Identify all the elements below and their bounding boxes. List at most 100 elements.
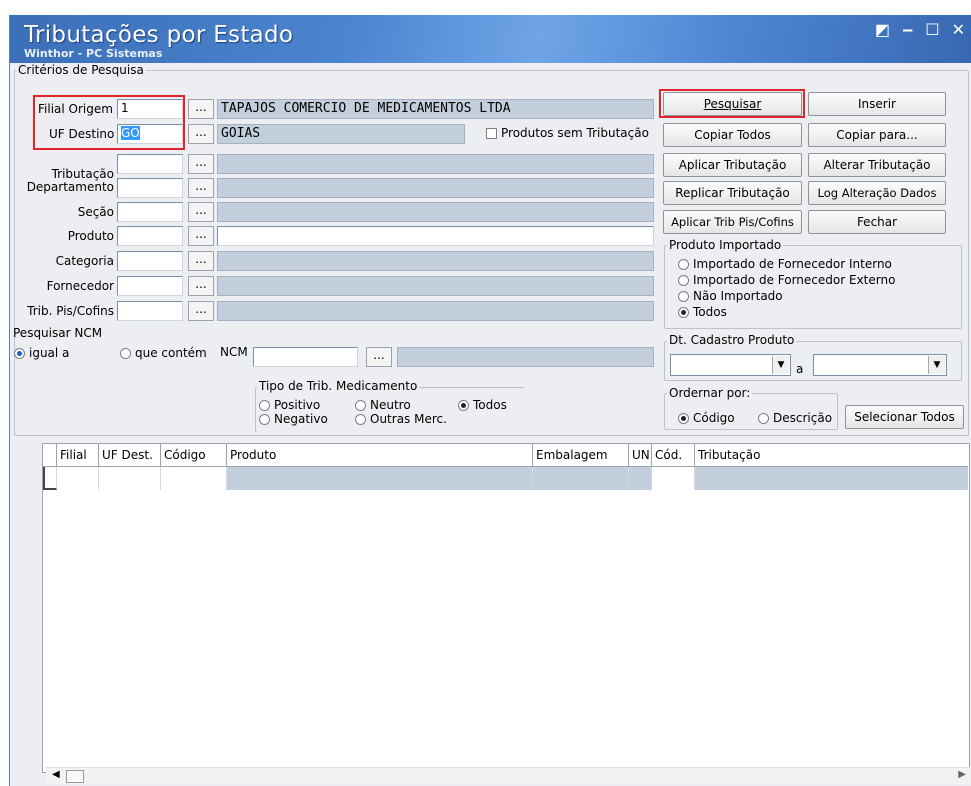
scroll-left-icon[interactable]: ◀ <box>52 769 60 780</box>
ncm-lookup-button[interactable]: ... <box>366 347 392 367</box>
fornecedor-lookup-button[interactable]: ... <box>188 276 214 296</box>
radio-dot <box>458 399 469 411</box>
fechar-button[interactable]: Fechar <box>808 210 946 234</box>
horizontal-scrollbar[interactable]: ◀ ▶ <box>46 767 970 784</box>
grid-col-tributacao[interactable]: Tributação <box>695 444 968 467</box>
radio-dot <box>678 258 689 270</box>
nao-importado-radio[interactable]: Não Importado <box>678 289 783 303</box>
tributacao-input[interactable] <box>117 154 183 174</box>
tipo-neutro-radio[interactable]: Neutro <box>355 398 411 412</box>
grid-col-produto[interactable]: Produto <box>227 444 533 467</box>
results-grid[interactable]: Filial UF Dest. Código Produto Embalagem… <box>42 443 970 773</box>
produtos-sem-tributacao-label: Produtos sem Tributação <box>501 126 649 140</box>
produto-input[interactable] <box>117 226 183 246</box>
departamento-lookup-button[interactable]: ... <box>188 178 214 198</box>
grid-cell[interactable] <box>652 467 695 490</box>
secao-input[interactable] <box>117 202 183 222</box>
inserir-button[interactable]: Inserir <box>808 92 946 116</box>
tipo-neutro-label: Neutro <box>370 398 411 412</box>
pesquisar-button[interactable]: Pesquisar <box>663 92 802 116</box>
grid-col-embalagem[interactable]: Embalagem <box>533 444 629 467</box>
aplicar-trib-pis-button[interactable]: Aplicar Trib Pis/Cofins <box>663 210 802 234</box>
grid-col-uf-dest[interactable]: UF Dest. <box>99 444 161 467</box>
importado-todos-radio[interactable]: Todos <box>678 305 727 319</box>
categoria-input[interactable] <box>117 251 183 271</box>
grid-cell[interactable] <box>533 467 629 490</box>
tributacao-lookup-button[interactable]: ... <box>188 154 214 174</box>
grid-cell[interactable] <box>161 467 227 490</box>
minimize-icon[interactable]: ‒ <box>902 21 913 39</box>
window-subtitle: Winthor - PC Sistemas <box>24 47 163 60</box>
grid-col-codigo[interactable]: Código <box>161 444 227 467</box>
fornecedor-input[interactable] <box>117 276 183 296</box>
aplicar-tributacao-button[interactable]: Aplicar Tributação <box>663 153 802 177</box>
radio-dot <box>678 274 689 286</box>
ncm-igual-a-radio[interactable]: igual a <box>14 346 69 360</box>
tipo-positivo-radio[interactable]: Positivo <box>259 398 320 412</box>
restore-icon[interactable]: ◩ <box>875 21 890 39</box>
uf-destino-value: GO <box>121 126 140 140</box>
fornecedor-description <box>217 276 654 296</box>
departamento-input[interactable] <box>117 178 183 198</box>
table-row[interactable] <box>43 467 968 490</box>
scroll-right-icon[interactable]: ▶ <box>958 769 966 780</box>
tributacao-description <box>217 154 654 174</box>
uf-destino-input[interactable]: GO <box>117 124 183 144</box>
grid-cell[interactable] <box>629 467 652 490</box>
produtos-sem-tributacao-checkbox[interactable]: Produtos sem Tributação <box>486 126 649 140</box>
secao-lookup-button[interactable]: ... <box>188 202 214 222</box>
grid-col-un[interactable]: UN <box>629 444 652 467</box>
pesquisar-ncm-title: Pesquisar NCM <box>13 326 103 340</box>
copiar-todos-button[interactable]: Copiar Todos <box>663 123 802 147</box>
dt-cadastro-to-select[interactable]: ▼ <box>813 354 947 376</box>
scroll-thumb[interactable] <box>66 770 84 783</box>
secao-label: Seção <box>77 205 114 219</box>
tipo-outras-radio[interactable]: Outras Merc. <box>355 412 447 426</box>
uf-destino-description: GOIAS <box>217 124 465 144</box>
grid-header: Filial UF Dest. Código Produto Embalagem… <box>43 444 968 467</box>
ordenar-descricao-radio[interactable]: Descrição <box>758 411 832 425</box>
radio-dot <box>355 413 366 425</box>
radio-dot <box>678 290 689 302</box>
trib-pis-cofins-lookup-button[interactable]: ... <box>188 301 214 321</box>
chevron-down-icon[interactable]: ▼ <box>928 356 945 374</box>
copiar-para-button[interactable]: Copiar para... <box>808 123 946 147</box>
importado-externo-radio[interactable]: Importado de Fornecedor Externo <box>678 273 895 287</box>
filial-origem-lookup-button[interactable]: ... <box>188 99 214 119</box>
produto-lookup-button[interactable]: ... <box>188 226 214 246</box>
importado-interno-label: Importado de Fornecedor Interno <box>693 257 892 271</box>
ncm-igual-a-label: igual a <box>29 346 70 360</box>
departamento-description <box>217 178 654 198</box>
ncm-description <box>397 347 654 367</box>
trib-pis-cofins-input[interactable] <box>117 301 183 321</box>
window-title: Tributações por Estado <box>24 22 294 48</box>
filial-origem-input[interactable]: 1 <box>117 99 183 119</box>
ncm-input[interactable] <box>253 347 358 367</box>
ordenar-codigo-label: Código <box>693 411 735 425</box>
ordenar-codigo-radio[interactable]: Código <box>678 411 735 425</box>
grid-col-cod[interactable]: Cód. <box>652 444 695 467</box>
dt-cadastro-from-select[interactable]: ▼ <box>670 354 791 376</box>
title-bar[interactable]: Tributações por Estado Winthor - PC Sist… <box>10 15 971 63</box>
chevron-down-icon[interactable]: ▼ <box>772 356 789 374</box>
close-icon[interactable]: ✕ <box>952 21 965 39</box>
selecionar-todos-button[interactable]: Selecionar Todos <box>845 405 964 429</box>
tipo-outras-label: Outras Merc. <box>370 412 447 426</box>
filial-origem-label: Filial Origem <box>38 102 113 116</box>
grid-cell[interactable] <box>695 467 968 490</box>
tipo-todos-radio[interactable]: Todos <box>458 398 507 412</box>
grid-cell[interactable] <box>57 467 99 490</box>
replicar-tributacao-button[interactable]: Replicar Tributação <box>663 181 802 205</box>
grid-col-filial[interactable]: Filial <box>57 444 99 467</box>
radio-dot <box>355 399 366 411</box>
ncm-que-contem-radio[interactable]: que contém <box>120 346 207 360</box>
log-alteracao-button[interactable]: Log Alteração Dados <box>808 181 946 205</box>
categoria-lookup-button[interactable]: ... <box>188 251 214 271</box>
grid-cell[interactable] <box>227 467 533 490</box>
importado-interno-radio[interactable]: Importado de Fornecedor Interno <box>678 257 892 271</box>
maximize-icon[interactable]: ☐ <box>925 21 939 39</box>
alterar-tributacao-button[interactable]: Alterar Tributação <box>808 153 946 177</box>
grid-cell[interactable] <box>99 467 161 490</box>
tipo-negativo-radio[interactable]: Negativo <box>259 412 328 426</box>
uf-destino-lookup-button[interactable]: ... <box>188 124 214 144</box>
